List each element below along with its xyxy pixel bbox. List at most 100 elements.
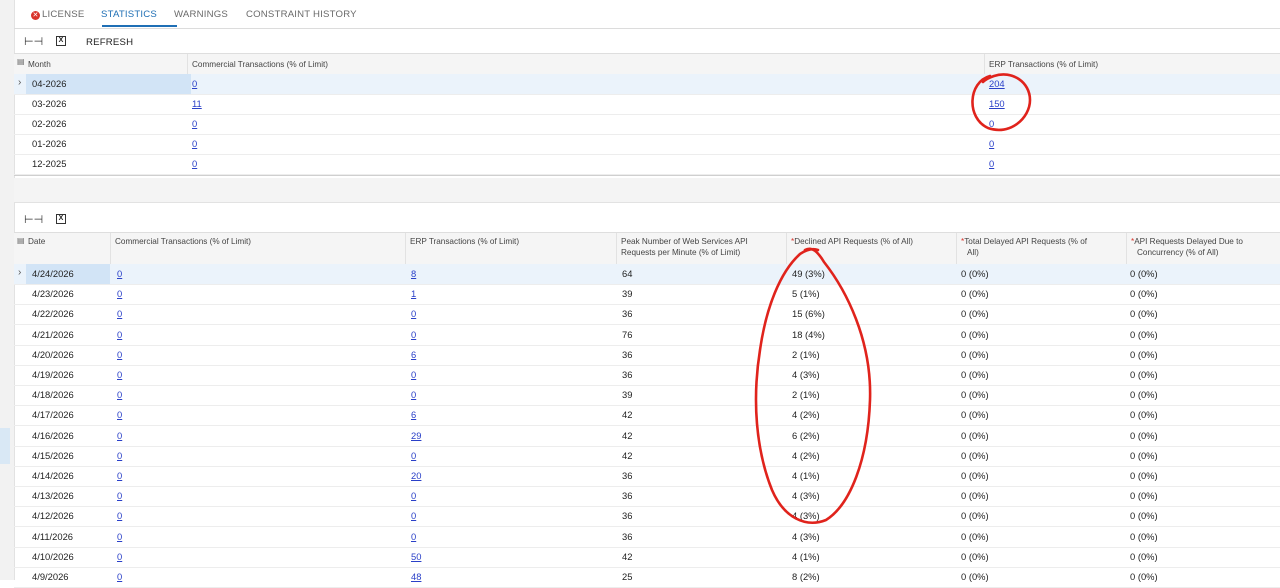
row-caret-icon[interactable]: › — [18, 74, 21, 92]
cell-erp-link[interactable]: 8 — [411, 264, 416, 284]
cell-month: 12-2025 — [32, 158, 67, 169]
cell-erp-link[interactable]: 6 — [411, 405, 416, 425]
cell-commercial-link[interactable]: 0 — [192, 74, 197, 94]
cell-erp-link[interactable]: 150 — [989, 94, 1005, 114]
cell-date: 4/16/2026 — [32, 429, 74, 441]
cell-commercial-link[interactable]: 0 — [117, 345, 122, 365]
table-row[interactable]: 4/16/2026 0 29 42 6 (2%) 0 (0%) 0 (0%) — [14, 426, 1280, 447]
cell-commercial-link[interactable]: 11 — [192, 94, 202, 114]
col-erp-transactions[interactable]: ERP Transactions (% of Limit) — [405, 233, 616, 264]
cell-commercial-link[interactable]: 0 — [117, 547, 122, 567]
cell-erp-link[interactable]: 0 — [411, 506, 416, 526]
cell-commercial-link[interactable]: 0 — [117, 385, 122, 405]
cell-commercial-link[interactable]: 0 — [117, 405, 122, 425]
table-row[interactable]: 4/11/2026 0 0 36 4 (3%) 0 (0%) 0 (0%) — [14, 527, 1280, 548]
fit-columns-icon[interactable]: ⊢⊣ — [24, 213, 43, 226]
col-total-delayed[interactable]: *Total Delayed API Requests (% of All) — [956, 233, 1126, 264]
monthly-grid: ▤ Month Commercial Transactions (% of Li… — [14, 53, 1280, 175]
cell-erp-link[interactable]: 0 — [411, 365, 416, 385]
cell-peak: 36 — [622, 369, 633, 380]
cell-commercial-link[interactable]: 0 — [192, 114, 197, 134]
table-row[interactable]: 4/17/2026 0 6 42 4 (2%) 0 (0%) 0 (0%) — [14, 405, 1280, 427]
cell-commercial-link[interactable]: 0 — [117, 486, 122, 506]
cell-erp-link[interactable]: 0 — [411, 446, 416, 466]
col-declined-requests[interactable]: *Declined API Requests (% of All) — [786, 233, 956, 264]
cell-commercial-link[interactable]: 0 — [117, 506, 122, 526]
cell-commercial-link[interactable]: 0 — [117, 527, 122, 547]
cell-total-delayed: 0 (0%) — [961, 449, 989, 461]
cell-erp-link[interactable]: 204 — [989, 74, 1005, 94]
cell-erp-link[interactable]: 29 — [411, 426, 421, 446]
cell-erp-link[interactable]: 0 — [411, 325, 416, 345]
cell-total-delayed: 0 (0%) — [961, 268, 989, 279]
col-month[interactable]: Month — [24, 54, 187, 74]
cell-erp-link[interactable]: 0 — [411, 486, 416, 506]
refresh-button[interactable]: REFRESH — [86, 37, 133, 48]
cell-erp-link[interactable]: 0 — [411, 304, 416, 324]
col-date[interactable]: Date — [24, 233, 110, 264]
tab-warnings[interactable]: WARNINGS — [174, 9, 228, 20]
cell-peak: 36 — [622, 530, 633, 542]
cell-commercial-link[interactable]: 0 — [117, 325, 122, 345]
table-row[interactable]: › 4/24/2026 0 8 64 49 (3%) 0 (0%) 0 (0%) — [14, 264, 1280, 285]
cell-commercial-link[interactable]: 0 — [117, 567, 122, 587]
table-row[interactable]: 4/21/2026 0 0 76 18 (4%) 0 (0%) 0 (0%) — [14, 325, 1280, 346]
cell-erp-link[interactable]: 0 — [411, 527, 416, 547]
col-commercial-transactions[interactable]: Commercial Transactions (% of Limit) — [187, 54, 984, 74]
cell-commercial-link[interactable]: 0 — [117, 365, 122, 385]
table-row[interactable]: 4/20/2026 0 6 36 2 (1%) 0 (0%) 0 (0%) — [14, 345, 1280, 366]
table-row[interactable]: 4/12/2026 0 0 36 4 (3%) 0 (0%) 0 (0%) — [14, 506, 1280, 528]
cell-commercial-link[interactable]: 0 — [192, 154, 197, 174]
table-row[interactable]: 4/15/2026 0 0 42 4 (2%) 0 (0%) 0 (0%) — [14, 446, 1280, 467]
tab-constraint-history[interactable]: CONSTRAINT HISTORY — [246, 9, 357, 20]
cell-erp-link[interactable]: 0 — [989, 114, 994, 134]
export-excel-icon[interactable]: X — [56, 214, 66, 224]
cell-erp-link[interactable]: 1 — [411, 284, 416, 304]
table-row[interactable]: 4/18/2026 0 0 39 2 (1%) 0 (0%) 0 (0%) — [14, 385, 1280, 407]
table-row[interactable]: 4/14/2026 0 20 36 4 (1%) 0 (0%) 0 (0%) — [14, 466, 1280, 487]
col-erp-transactions[interactable]: ERP Transactions (% of Limit) — [984, 54, 1280, 74]
tab-license[interactable]: ✕ LICENSE — [31, 9, 84, 20]
table-row[interactable]: 4/22/2026 0 0 36 15 (6%) 0 (0%) 0 (0%) — [14, 304, 1280, 326]
table-row[interactable]: 4/10/2026 0 50 42 4 (1%) 0 (0%) 0 (0%) — [14, 547, 1280, 568]
cell-commercial-link[interactable]: 0 — [117, 426, 122, 446]
export-excel-icon[interactable]: X — [56, 36, 66, 46]
cell-declined: 6 (2%) — [792, 429, 820, 441]
table-row[interactable]: 4/9/2026 0 48 25 8 (2%) 0 (0%) 0 (0%) — [14, 567, 1280, 588]
table-row[interactable]: 02-2026 0 0 — [14, 114, 1280, 135]
cell-erp-link[interactable]: 0 — [989, 154, 994, 174]
cell-commercial-link[interactable]: 0 — [117, 284, 122, 304]
cell-total-delayed: 0 (0%) — [961, 470, 989, 481]
table-row[interactable]: 4/19/2026 0 0 36 4 (3%) 0 (0%) 0 (0%) — [14, 365, 1280, 386]
col-commercial-transactions[interactable]: Commercial Transactions (% of Limit) — [110, 233, 405, 264]
tab-statistics[interactable]: STATISTICS — [101, 9, 157, 20]
table-row[interactable]: 4/23/2026 0 1 39 5 (1%) 0 (0%) 0 (0%) — [14, 284, 1280, 306]
cell-concurrency-delayed: 0 (0%) — [1130, 571, 1158, 582]
fit-columns-icon[interactable]: ⊢⊣ — [24, 35, 43, 48]
cell-commercial-link[interactable]: 0 — [192, 134, 197, 154]
row-caret-icon[interactable]: › — [18, 264, 21, 282]
table-row[interactable]: 4/13/2026 0 0 36 4 (3%) 0 (0%) 0 (0%) — [14, 486, 1280, 508]
cell-erp-link[interactable]: 6 — [411, 345, 416, 365]
monthly-toolbar: ⊢⊣ X REFRESH — [14, 30, 1280, 54]
cell-date: 4/9/2026 — [32, 571, 69, 582]
cell-commercial-link[interactable]: 0 — [117, 264, 122, 284]
table-row[interactable]: 12-2025 0 0 — [14, 154, 1280, 175]
table-row[interactable]: 03-2026 11 150 — [14, 94, 1280, 115]
cell-commercial-link[interactable]: 0 — [117, 446, 122, 466]
cell-erp-link[interactable]: 50 — [411, 547, 421, 567]
splitter-bar[interactable] — [14, 178, 1280, 203]
cell-erp-link[interactable]: 0 — [989, 134, 994, 154]
col-concurrency-delayed[interactable]: *API Requests Delayed Due to Concurrency… — [1126, 233, 1280, 264]
cell-erp-link[interactable]: 20 — [411, 466, 421, 486]
table-row[interactable]: › 04-2026 0 204 — [14, 74, 1280, 95]
cell-commercial-link[interactable]: 0 — [117, 466, 122, 486]
col-peak-requests[interactable]: Peak Number of Web Services API Requests… — [616, 233, 786, 264]
cell-commercial-link[interactable]: 0 — [117, 304, 122, 324]
table-row[interactable]: 01-2026 0 0 — [14, 134, 1280, 155]
monthly-grid-header: ▤ Month Commercial Transactions (% of Li… — [14, 53, 1280, 75]
col-delayed-label-1: Total Delayed API Requests (% of — [964, 237, 1088, 246]
cell-erp-link[interactable]: 48 — [411, 567, 421, 587]
cell-peak: 42 — [622, 409, 633, 421]
cell-erp-link[interactable]: 0 — [411, 385, 416, 405]
